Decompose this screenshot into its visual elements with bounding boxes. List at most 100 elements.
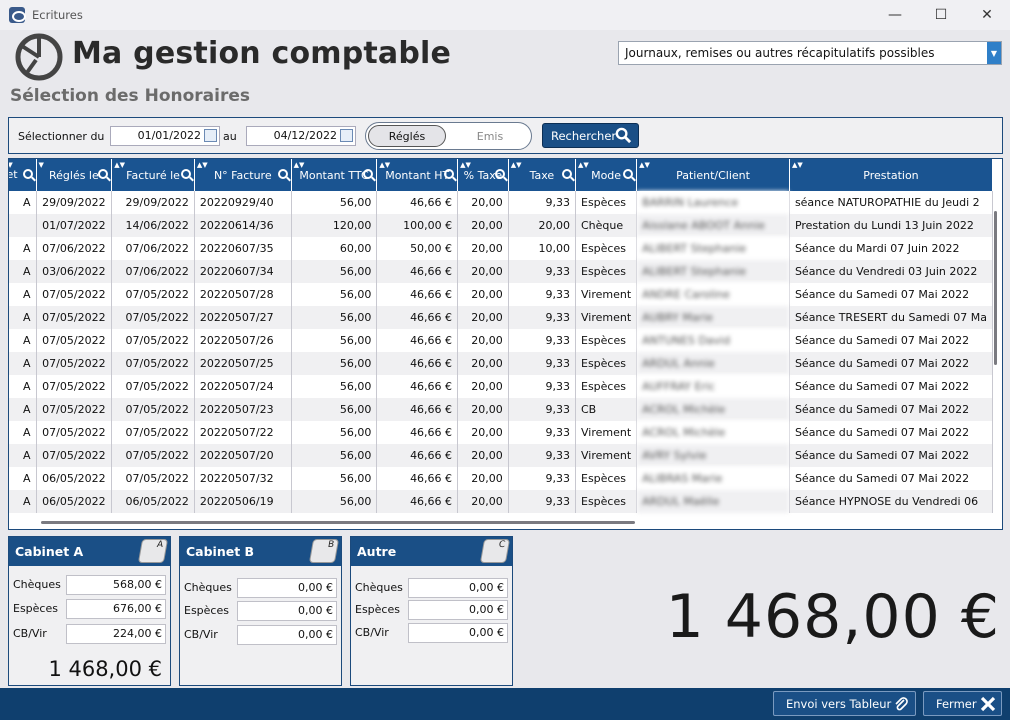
table-cell: 9,33 xyxy=(508,490,577,513)
sort-icon[interactable]: ▲▼ xyxy=(511,161,522,169)
table-row[interactable]: A 29/09/2022 29/09/2022 20220929/40 56,00 46,… xyxy=(9,191,994,214)
cbvir-label: CB/Vir xyxy=(184,628,218,641)
filter-search-icon[interactable] xyxy=(22,169,33,179)
filter-search-icon[interactable] xyxy=(623,169,634,179)
footer-bar: Envoi vers Tableur Fermer xyxy=(0,688,1010,720)
table-cell: 06/05/2022 xyxy=(36,490,113,513)
table-row[interactable]: A 07/05/2022 07/05/2022 20220507/26 56,00 46,… xyxy=(9,329,994,352)
filter-search-icon[interactable] xyxy=(180,169,191,179)
sort-icon[interactable]: ▲▼ xyxy=(639,161,650,169)
table-row[interactable]: A 07/05/2022 07/05/2022 20220507/25 56,00 46,… xyxy=(9,352,994,375)
table-cell: 07/05/2022 xyxy=(36,375,113,398)
table-row[interactable]: A 07/05/2022 07/05/2022 20220507/20 56,00 46,… xyxy=(9,444,994,467)
table-cell: 56,00 xyxy=(291,191,378,214)
table-cell: 07/05/2022 xyxy=(111,306,195,329)
table-cell: 07/05/2022 xyxy=(36,352,113,375)
calendar-icon[interactable] xyxy=(204,129,217,142)
table-cell: 01/07/2022 xyxy=(36,214,113,237)
table-row[interactable]: A 07/05/2022 07/05/2022 20220507/24 56,00 46,… xyxy=(9,375,994,398)
table-row[interactable]: A 06/05/2022 07/05/2022 20220507/32 56,00 46,… xyxy=(9,467,994,490)
filter-search-icon[interactable] xyxy=(444,169,455,179)
table-cell: 46,66 € xyxy=(376,421,459,444)
close-window-icon[interactable]: ✕ xyxy=(964,0,1010,30)
table-row[interactable]: A 07/05/2022 07/05/2022 20220507/28 56,00 46,… xyxy=(9,283,994,306)
vertical-scrollbar[interactable] xyxy=(994,211,997,365)
journal-select[interactable]: Journaux, remises ou autres récapitulati… xyxy=(618,41,1002,65)
close-x-icon xyxy=(980,696,996,712)
table-row[interactable]: 01/07/2022 14/06/2022 20220614/36 120,00 100… xyxy=(9,214,994,237)
table-cell: A xyxy=(9,375,37,398)
table-cell: 56,00 xyxy=(291,467,378,490)
cheques-label: Chèques xyxy=(184,581,232,594)
table-cell: BARRIN Laurence xyxy=(636,191,790,214)
close-button[interactable]: Fermer xyxy=(923,691,1002,716)
table-cell: Virement xyxy=(575,306,638,329)
table-cell: 20,00 xyxy=(457,421,509,444)
column-header[interactable]: ▲▼ Taxe xyxy=(508,159,577,191)
status-toggle[interactable]: Réglés Emis xyxy=(365,122,532,150)
table-cell: Séance TRESERT du Samedi 07 Ma xyxy=(789,306,994,329)
table-cell: 20,00 xyxy=(457,237,509,260)
column-header[interactable]: ▲▼ Montant TTC xyxy=(291,159,378,191)
table-row[interactable]: A 03/06/2022 07/06/2022 20220607/34 56,00 46,… xyxy=(9,260,994,283)
table-row[interactable]: A 07/05/2022 07/05/2022 20220507/27 56,00 46,… xyxy=(9,306,994,329)
cabinet-a-total: 1 468,00 € xyxy=(48,657,162,681)
search-button[interactable]: Rechercher xyxy=(542,123,639,148)
filter-search-icon[interactable] xyxy=(494,169,505,179)
column-header[interactable]: ▼ Réglés le xyxy=(36,159,113,191)
filter-search-icon[interactable] xyxy=(562,169,572,179)
autre-cbvir-field: 0,00 € xyxy=(408,623,508,643)
export-spreadsheet-button[interactable]: Envoi vers Tableur xyxy=(773,691,916,716)
table-row[interactable]: A 07/05/2022 07/05/2022 20220507/22 56,00 46,… xyxy=(9,421,994,444)
table-cell: Séance du Samedi 07 Mai 2022 xyxy=(789,352,994,375)
table-cell: A xyxy=(9,352,37,375)
maximize-icon[interactable]: ☐ xyxy=(918,0,964,30)
toggle-regles[interactable]: Réglés xyxy=(368,125,446,147)
sort-icon[interactable]: ▲▼ xyxy=(114,161,125,169)
column-header-label: Prestation xyxy=(863,168,919,182)
sort-icon[interactable]: ▲▼ xyxy=(460,161,471,169)
table-cell: 06/05/2022 xyxy=(111,490,195,513)
sort-icon[interactable]: ▲▼ xyxy=(578,161,589,169)
sort-icon[interactable]: ▼ xyxy=(39,161,44,169)
especes-label: Espèces xyxy=(355,603,400,616)
column-header[interactable]: ▲▼ N° Facture xyxy=(194,159,292,191)
date-from-field[interactable]: 01/01/2022 xyxy=(110,126,220,146)
table-cell: 46,66 € xyxy=(376,260,459,283)
table-cell: Espèces xyxy=(575,352,638,375)
table-cell: 20,00 xyxy=(508,214,577,237)
sort-icon[interactable]: ▲▼ xyxy=(792,161,803,169)
column-header[interactable]: ▲▼ Patient/Client xyxy=(636,159,790,191)
table-cell: 56,00 xyxy=(291,260,378,283)
table-row[interactable]: A 07/06/2022 07/06/2022 20220607/35 60,00 50,… xyxy=(9,237,994,260)
date-to-field[interactable]: 04/12/2022 xyxy=(246,126,356,146)
window-controls: — ☐ ✕ xyxy=(872,0,1010,30)
column-header-label: net xyxy=(9,168,18,181)
column-header[interactable]: ▲▼ Facturé le xyxy=(111,159,195,191)
sort-icon[interactable]: ▲▼ xyxy=(379,161,390,169)
column-header[interactable]: ▲▼net xyxy=(9,159,37,191)
filter-search-icon[interactable] xyxy=(277,169,288,179)
column-header[interactable]: ▲▼ Prestation xyxy=(789,159,994,191)
scroll-right-icon[interactable]: ▶ xyxy=(992,165,999,175)
sort-icon[interactable]: ▲▼ xyxy=(197,161,208,169)
table-cell: Séance du Samedi 07 Mai 2022 xyxy=(789,398,994,421)
column-header-label: Facturé le xyxy=(126,168,180,182)
calendar-icon[interactable] xyxy=(340,129,353,142)
chevron-down-icon[interactable]: ▼ xyxy=(987,42,1001,64)
table-cell: 9,33 xyxy=(508,283,577,306)
minimize-icon[interactable]: — xyxy=(872,0,918,30)
table-cell: 10,00 xyxy=(508,237,577,260)
column-header[interactable]: ▲▼ Montant HT xyxy=(376,159,459,191)
table-cell: 20220507/27 xyxy=(194,306,292,329)
autre-cheques-field: 0,00 € xyxy=(408,578,508,598)
column-header[interactable]: ▲▼ Mode xyxy=(575,159,638,191)
column-header[interactable]: ▲▼% Taxe xyxy=(457,159,509,191)
table-row[interactable]: A 07/05/2022 07/05/2022 20220507/23 56,00 46,… xyxy=(9,398,994,421)
sort-icon[interactable]: ▲▼ xyxy=(294,161,305,169)
table-row[interactable]: A 06/05/2022 06/05/2022 20220506/19 56,00 46,… xyxy=(9,490,994,513)
filter-search-icon[interactable] xyxy=(98,169,109,179)
toggle-emis[interactable]: Emis xyxy=(452,125,528,147)
filter-search-icon[interactable] xyxy=(363,169,374,179)
horizontal-scrollbar[interactable] xyxy=(41,521,635,524)
